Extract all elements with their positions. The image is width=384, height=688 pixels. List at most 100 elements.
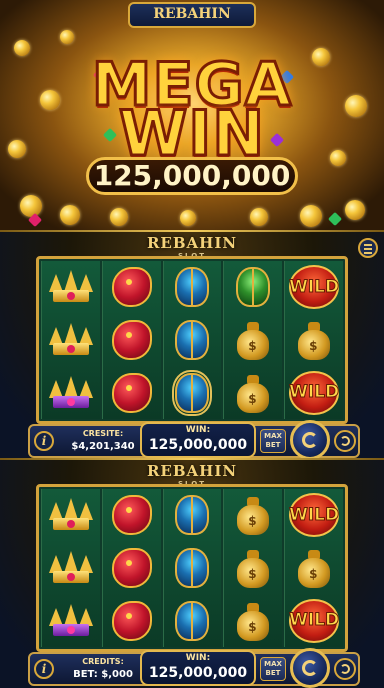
wild-symbol: WILD [289, 370, 340, 416]
max-bet-button[interactable]: MAX BET [260, 657, 286, 681]
reel-5: WILD $ WILD [284, 261, 343, 419]
money-bag-symbol: $ [289, 545, 339, 591]
dragon-symbol [107, 492, 157, 538]
money-bag-icon: $ [235, 548, 271, 588]
reel-5: WILD $ WILD [284, 489, 343, 647]
reel-3 [162, 261, 222, 419]
money-bag-icon: $ [235, 373, 271, 413]
wild-symbol: WILD [289, 492, 340, 538]
credits-display: CRESITE: $4,201,340 [60, 428, 146, 454]
max-bet-label-line1: MAX [264, 660, 282, 668]
dragon-icon [111, 547, 152, 588]
scarab-symbol [167, 317, 217, 363]
win-display: WIN: 125,000,000 [140, 422, 256, 458]
control-bar: i CRESITE: $4,201,340 WIN: 125,000,000 M… [28, 420, 360, 460]
purple-crown-icon [48, 375, 93, 408]
wild-badge: WILD [289, 265, 340, 310]
scarab-symbol [167, 598, 217, 644]
mega-win-banner: REBAHIN MEGA WIN 125,000,000 [0, 0, 384, 232]
money-bag-symbol: $ [228, 598, 278, 644]
money-bag-icon: $ [235, 601, 271, 641]
reel-2 [101, 261, 161, 419]
win-label: WIN: [185, 653, 211, 663]
credits-display: CREDITS: BET: $,000 [60, 656, 146, 682]
money-bag-symbol: $ [228, 545, 278, 591]
scarab-symbol-framed [167, 369, 217, 416]
scarab-icon [175, 547, 210, 588]
spin-button[interactable] [290, 648, 330, 688]
coin-decoration [60, 205, 80, 225]
crown-symbol [46, 545, 96, 591]
max-bet-label-line2: BET [265, 441, 281, 449]
dragon-icon [111, 267, 152, 308]
slot-game-screen: REBAHIN MEGA WIN 125,000,000 REBAHIN SLO… [0, 0, 384, 688]
dragon-symbol [107, 545, 157, 591]
crown-icon [48, 550, 93, 583]
slot-panel-top: REBAHIN SLOT $ [0, 232, 384, 460]
autoplay-button[interactable] [334, 430, 356, 452]
coin-decoration [14, 40, 30, 56]
mega-win-headline-line2: WIN [117, 97, 266, 170]
info-button[interactable]: i [34, 431, 54, 451]
coin-decoration [345, 200, 365, 220]
crown-icon [48, 322, 93, 355]
purple-crown-symbol [46, 370, 96, 416]
dragon-symbol [107, 317, 157, 363]
max-bet-button[interactable]: MAX BET [260, 429, 286, 453]
dragon-icon [111, 372, 152, 413]
crown-symbol [46, 317, 96, 363]
max-bet-label-line2: BET [265, 669, 281, 677]
menu-button[interactable] [358, 238, 378, 258]
game-logo: REBAHIN [128, 2, 256, 28]
info-button[interactable]: i [34, 659, 54, 679]
green-scarab-symbol [228, 264, 278, 310]
coin-decoration [250, 208, 268, 226]
logo-text: REBAHIN [146, 462, 238, 480]
credits-label: CREDITS: [82, 657, 124, 666]
wild-symbol: WILD [289, 264, 340, 310]
credits-value: BET: $,000 [73, 669, 133, 680]
wild-badge: WILD [289, 493, 340, 538]
money-bag-symbol: $ [228, 492, 278, 538]
crown-icon [48, 270, 93, 303]
win-display: WIN: 125,000,000 [140, 650, 256, 686]
money-bag-icon: $ [235, 320, 271, 360]
autoplay-button[interactable] [334, 658, 356, 680]
crown-symbol [46, 492, 96, 538]
reel-grid: $ $ $ WILD $ WILD [36, 484, 348, 652]
money-bag-icon: $ [235, 495, 271, 536]
crown-symbol [46, 264, 96, 310]
coin-decoration [180, 210, 196, 226]
money-bag-icon: $ [296, 548, 332, 588]
scarab-symbol [167, 264, 217, 310]
money-bag-symbol: $ [228, 370, 278, 416]
logo-text: REBAHIN [153, 6, 231, 22]
green-scarab-icon [236, 267, 271, 308]
reel-4: $ $ [223, 261, 283, 419]
scarab-icon [175, 267, 210, 308]
coin-decoration [300, 205, 322, 227]
coin-decoration [110, 208, 128, 226]
dragon-icon [111, 319, 152, 360]
crown-icon [48, 498, 93, 531]
dragon-icon [111, 600, 152, 641]
reel-4: $ $ $ [223, 489, 283, 647]
reel-3 [162, 489, 222, 647]
coin-decoration [60, 30, 74, 44]
spin-button[interactable] [290, 420, 330, 460]
wild-badge: WILD [289, 370, 340, 415]
reel-2 [101, 489, 161, 647]
scarab-icon [172, 369, 213, 416]
scarab-symbol [167, 545, 217, 591]
coin-decoration [20, 195, 42, 217]
reel-1 [41, 489, 100, 647]
win-label: WIN: [185, 425, 211, 435]
credits-label: CRESITE: [82, 429, 124, 438]
gem-decoration [327, 211, 343, 227]
money-bag-icon: $ [296, 320, 332, 360]
scarab-symbol [167, 492, 217, 538]
slot-panel-bottom: REBAHIN SLOT $ $ $ [0, 460, 384, 688]
scarab-icon [175, 495, 210, 536]
purple-crown-symbol [46, 598, 96, 644]
wild-symbol: WILD [289, 598, 340, 644]
